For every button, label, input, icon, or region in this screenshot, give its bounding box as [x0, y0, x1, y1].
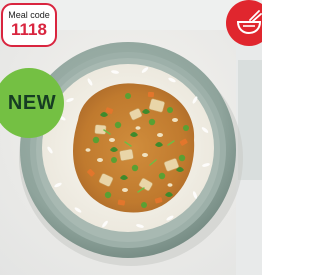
meal-code-value: 1118 — [11, 20, 47, 39]
new-badge-label: NEW — [7, 91, 57, 114]
meal-code-badge: Meal code 1118 — [1, 3, 57, 47]
meal-card[interactable]: Meal code 1118 NEW — [0, 0, 262, 275]
meal-code-label: Meal code — [8, 10, 50, 20]
